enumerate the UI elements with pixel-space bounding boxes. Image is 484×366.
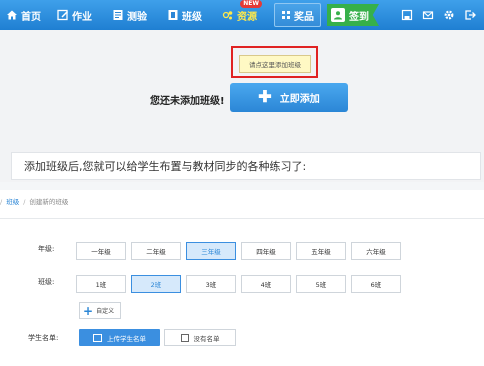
grade-option[interactable]: 六年级	[351, 242, 401, 260]
breadcrumb-current: 创建新的班级	[29, 198, 69, 206]
grade-option-selected[interactable]: 三年级	[186, 242, 236, 260]
save-icon[interactable]	[401, 9, 413, 21]
class-option[interactable]: 1班	[76, 275, 126, 293]
custom-class-label: 自定义	[96, 308, 115, 315]
class-icon	[167, 9, 179, 21]
prize-button[interactable]: 奖品	[274, 3, 321, 27]
nav-home[interactable]: 首页	[0, 0, 46, 30]
breadcrumb-separator: /	[23, 198, 26, 206]
grade-option[interactable]: 一年级	[76, 242, 126, 260]
nav-test[interactable]: 测验	[107, 0, 152, 30]
resource-icon	[222, 9, 234, 21]
grade-label: 年级:	[38, 245, 55, 253]
prize-label: 奖品	[294, 11, 314, 23]
nav-class-label: 班级	[182, 11, 202, 23]
nav-tools	[401, 9, 484, 21]
create-class-form: / 班级 / 创建新的班级 年级: 一年级 二年级 三年级 四年级 五年级 六年级 班…	[0, 190, 484, 366]
top-navbar: 首页 作业 测验 班级 资源 NEW 奖品 签到	[0, 0, 484, 30]
grade-option[interactable]: 四年级	[241, 242, 291, 260]
test-icon	[112, 9, 124, 21]
signin-label: 签到	[349, 11, 369, 23]
signin-button[interactable]: 签到	[327, 4, 379, 26]
add-now-button[interactable]: ✚ 立即添加	[230, 83, 348, 112]
breadcrumb: / 班级 / 创建新的班级	[0, 196, 68, 206]
upload-icon	[93, 333, 102, 342]
breadcrumb-separator: /	[0, 198, 3, 206]
nav-resource[interactable]: 资源 NEW	[217, 0, 262, 30]
add-class-tooltip[interactable]: 请点这里添加班级	[239, 55, 311, 73]
breadcrumb-class-link[interactable]: 班级	[6, 198, 19, 206]
nav-resource-label: 资源	[237, 11, 257, 23]
prize-icon	[281, 10, 291, 20]
nav-test-label: 测验	[127, 11, 147, 23]
divider	[0, 218, 484, 219]
nav-homework-label: 作业	[72, 11, 92, 23]
roster-label: 学生名单:	[28, 334, 59, 342]
custom-class-button[interactable]: + 自定义	[79, 302, 122, 319]
settings-icon[interactable]	[443, 9, 455, 21]
plus-icon: ✚	[258, 88, 272, 106]
checkbox-icon	[180, 333, 189, 342]
class-option[interactable]: 4班	[241, 275, 291, 293]
upload-roster-button[interactable]: 上传学生名单	[79, 329, 160, 346]
tooltip-highlight: 请点这里添加班级	[231, 46, 318, 78]
nav-home-label: 首页	[21, 11, 41, 23]
empty-class-panel: 请点这里添加班级 您还未添加班级! ✚ 立即添加 添加班级后,您就可以给学生布置…	[0, 30, 484, 182]
class-option[interactable]: 3班	[186, 275, 236, 293]
mail-icon[interactable]	[422, 9, 434, 21]
empty-message: 您还未添加班级!	[150, 96, 225, 107]
class-option-selected[interactable]: 2班	[131, 275, 181, 293]
hint-box: 添加班级后,您就可以给学生布置与教材同步的各种练习了:	[11, 152, 481, 180]
add-now-label: 立即添加	[279, 94, 320, 105]
grade-option[interactable]: 五年级	[296, 242, 346, 260]
home-icon	[6, 9, 18, 21]
class-option[interactable]: 6班	[351, 275, 401, 293]
user-icon	[331, 8, 345, 22]
class-option[interactable]: 5班	[296, 275, 346, 293]
grade-option[interactable]: 二年级	[131, 242, 181, 260]
new-badge: NEW	[240, 0, 262, 8]
logout-icon[interactable]	[464, 9, 476, 21]
no-roster-label: 没有名单	[193, 334, 220, 343]
edit-icon	[57, 9, 69, 21]
no-roster-button[interactable]: 没有名单	[164, 329, 236, 346]
nav-homework[interactable]: 作业	[52, 0, 97, 30]
class-label: 班级:	[38, 278, 55, 286]
upload-roster-label: 上传学生名单	[107, 334, 146, 343]
plus-icon: +	[83, 303, 94, 318]
nav-class[interactable]: 班级	[162, 0, 207, 30]
